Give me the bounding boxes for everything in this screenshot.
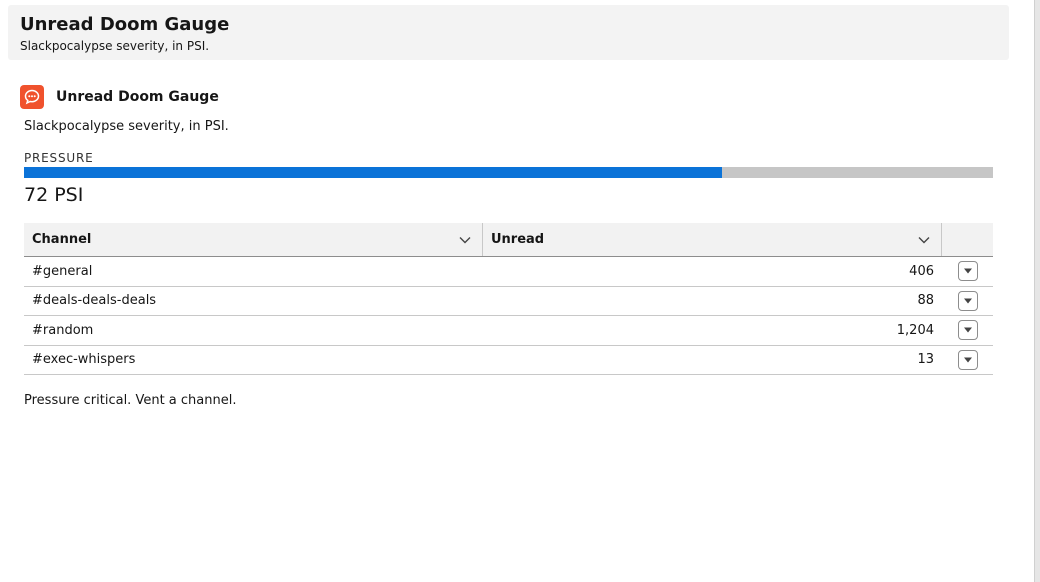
column-header-label: Channel <box>32 232 92 247</box>
gauge-fill <box>24 167 722 178</box>
chevron-down-icon <box>918 236 930 243</box>
channel-cell: #random <box>32 322 94 338</box>
status-message: Pressure critical. Vent a channel. <box>24 393 237 408</box>
column-header-unread[interactable]: Unread <box>483 223 942 256</box>
row-menu-button[interactable] <box>957 290 978 311</box>
channel-cell: #deals-deals-deals <box>32 293 157 309</box>
row-menu-button[interactable] <box>957 261 978 282</box>
channel-cell: #general <box>32 263 93 279</box>
unread-cell: 13 <box>917 352 934 368</box>
caret-down-icon <box>963 298 972 304</box>
table-row: #deals-deals-deals 88 <box>24 287 993 316</box>
column-header-channel[interactable]: Channel <box>24 223 483 256</box>
channel-cell: #exec-whispers <box>32 352 136 368</box>
page-title: Unread Doom Gauge <box>20 14 230 35</box>
row-menu-button[interactable] <box>957 320 978 341</box>
column-header-label: Unread <box>491 232 545 247</box>
channel-table: Channel Unread #general 406 #deals-deals… <box>24 223 993 375</box>
unread-cell: 406 <box>909 263 934 279</box>
page-header: Unread Doom Gauge Slackpocalypse severit… <box>8 5 1009 60</box>
table-header: Channel Unread <box>24 223 993 257</box>
row-action-cell <box>942 290 993 311</box>
table-row: #exec-whispers 13 <box>24 346 993 375</box>
card-header: Unread Doom Gauge <box>20 85 219 109</box>
row-menu-button[interactable] <box>957 349 978 370</box>
table-row: #random 1,204 <box>24 316 993 346</box>
caret-down-icon <box>963 327 972 333</box>
caret-down-icon <box>963 357 972 363</box>
unread-cell: 88 <box>917 293 934 309</box>
table-row: #general 406 <box>24 257 993 287</box>
card-description: Slackpocalypse severity, in PSI. <box>24 119 229 134</box>
row-action-cell <box>942 261 993 282</box>
window-edge <box>1034 0 1040 582</box>
gauge-value: 72 PSI <box>24 184 84 206</box>
row-action-cell <box>942 320 993 341</box>
card-title: Unread Doom Gauge <box>56 89 219 105</box>
row-action-cell <box>942 349 993 370</box>
caret-down-icon <box>963 268 972 274</box>
chat-bubble-icon <box>20 85 44 109</box>
page-subtitle: Slackpocalypse severity, in PSI. <box>20 39 210 53</box>
column-header-actions <box>942 223 993 256</box>
gauge-label: PRESSURE <box>24 151 94 165</box>
chevron-down-icon <box>459 236 471 243</box>
unread-cell: 1,204 <box>896 322 934 338</box>
gauge-track <box>24 167 993 178</box>
